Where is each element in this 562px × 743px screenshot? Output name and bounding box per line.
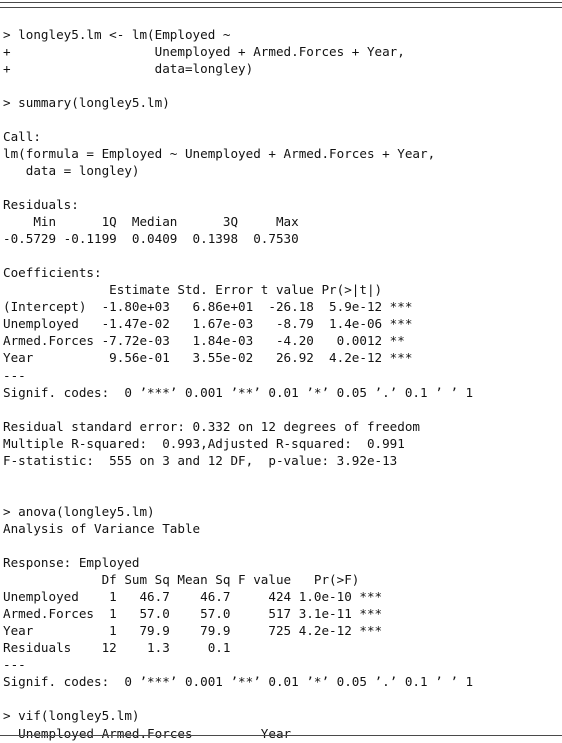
model-fit-command-line-1: + Unemployed + Armed.Forces + Year, (3, 43, 405, 59)
residuals-section-line-0: Residuals: (3, 197, 79, 213)
bottom-rule (0, 735, 562, 736)
anova-table-line-3: Armed.Forces 1 57.0 57.0 517 3.1e-11 *** (3, 606, 383, 622)
anova-table-line-4: Year 1 79.9 79.9 725 4.2e-12 *** (3, 623, 383, 639)
top-rule-lower (0, 7, 562, 8)
anova-table-line-6: --- (3, 657, 26, 673)
residuals-section-line-2: -0.5729 -0.1199 0.0409 0.1398 0.7530 (3, 231, 299, 247)
call-section-line-1: lm(formula = Employed ~ Unemployed + Arm… (3, 145, 436, 161)
model-statistics-line-2: F-statistic: 555 on 3 and 12 DF, p-value… (3, 452, 398, 468)
blank-2-line-0 (3, 111, 559, 128)
model-statistics-line-0: Residual standard error: 0.332 on 12 deg… (3, 418, 421, 434)
anova-command-line-1: Analysis of Variance Table (3, 520, 201, 536)
blank-1-line-0 (3, 77, 559, 94)
coefficients-section-line-7: Signif. codes: 0 ’***’ 0.001 ’**’ 0.01 ’… (3, 384, 474, 400)
coefficients-section-line-6: --- (3, 367, 26, 383)
blank-3-line-0 (3, 179, 559, 196)
coefficients-section-line-1: Estimate Std. Error t value Pr(>|t|) (3, 282, 383, 298)
coefficients-section-line-0: Coefficients: (3, 265, 102, 281)
summary-command-line-0: > summary(longley5.lm) (3, 94, 170, 110)
call-section-line-2: data = longley) (3, 162, 140, 178)
blank-5-line-0 (3, 401, 559, 418)
blank-8-line-0 (3, 690, 559, 707)
anova-table-line-2: Unemployed 1 46.7 46.7 424 1.0e-10 *** (3, 589, 383, 605)
coefficients-section-line-2: (Intercept) -1.80e+03 6.86e+01 -26.18 5.… (3, 299, 413, 315)
blank-6-line-0 (3, 469, 559, 486)
top-rule-upper (0, 2, 562, 3)
model-statistics-line-1: Multiple R-squared: 0.993,Adjusted R-squ… (3, 435, 405, 451)
vif-section-line-0: > vif(longley5.lm) (3, 708, 140, 724)
residuals-section-line-1: Min 1Q Median 3Q Max (3, 214, 299, 230)
anova-table-line-0: Response: Employed (3, 555, 140, 571)
vif-section-line-1: Unemployed Armed.Forces Year (3, 725, 292, 741)
anova-command-line-0: > anova(longley5.lm) (3, 503, 155, 519)
blank-7-line-0 (3, 537, 559, 554)
coefficients-section-line-3: Unemployed -1.47e-02 1.67e-03 -8.79 1.4e… (3, 316, 413, 332)
blank-4-line-0 (3, 247, 559, 264)
coefficients-section-line-4: Armed.Forces -7.72e-03 1.84e-03 -4.20 0.… (3, 333, 405, 349)
anova-table-line-1: Df Sum Sq Mean Sq F value Pr(>F) (3, 572, 360, 588)
call-section-line-0: Call: (3, 128, 41, 144)
r-console-output: > longley5.lm <- lm(Employed ~ + Unemploy… (3, 26, 559, 743)
anova-table-line-5: Residuals 12 1.3 0.1 (3, 640, 231, 656)
coefficients-section-line-5: Year 9.56e-01 3.55e-02 26.92 4.2e-12 *** (3, 350, 413, 366)
model-fit-command-line-2: + data=longley) (3, 60, 254, 76)
model-fit-command-line-0: > longley5.lm <- lm(Employed ~ (3, 26, 231, 42)
blank-6-line-1 (3, 486, 559, 503)
console-transcript-page: > longley5.lm <- lm(Employed ~ + Unemploy… (0, 0, 562, 743)
anova-table-line-7: Signif. codes: 0 ’***’ 0.001 ’**’ 0.01 ’… (3, 674, 474, 690)
